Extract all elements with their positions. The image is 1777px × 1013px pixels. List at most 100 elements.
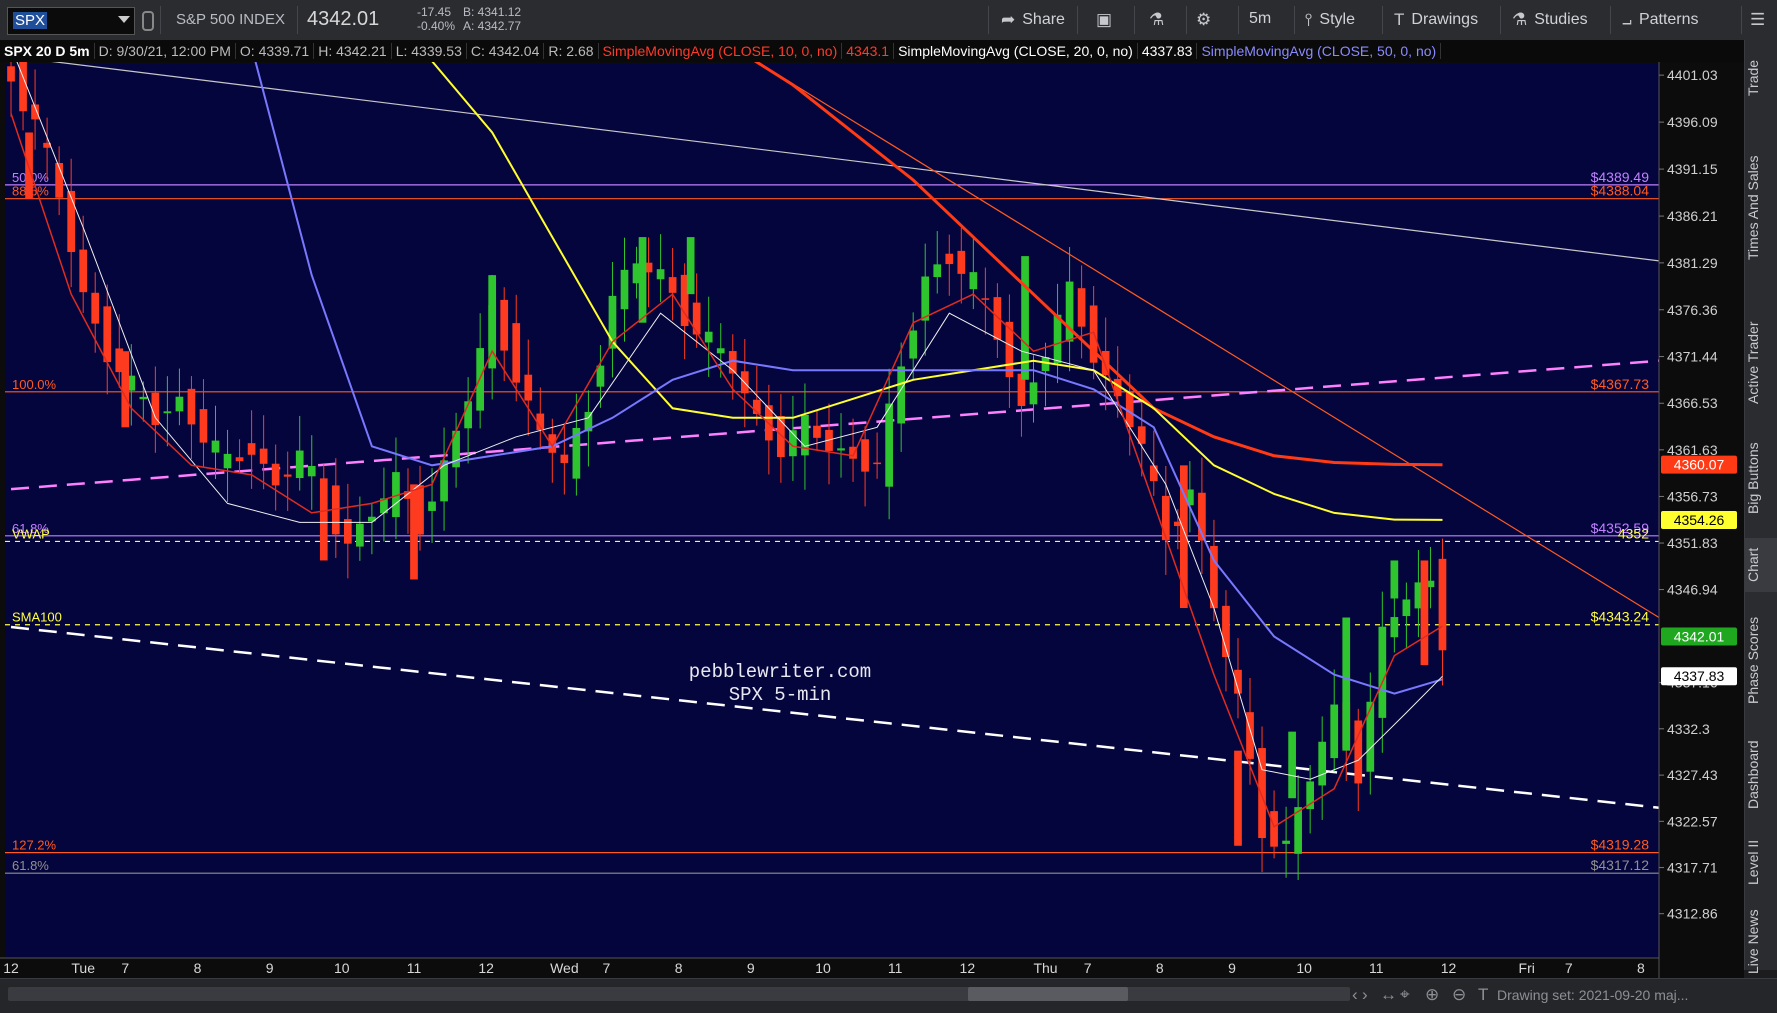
share-button[interactable]: ➦ Share xyxy=(1001,10,1065,30)
time-tick-label: Tue xyxy=(71,960,95,976)
toolbar-divider xyxy=(1186,6,1187,34)
link-icon[interactable] xyxy=(142,11,154,31)
level-price-label: $4388.04 xyxy=(1591,183,1650,199)
candle-body xyxy=(921,276,930,321)
interval-button[interactable]: 5m xyxy=(1249,10,1271,28)
scrollbar-thumb[interactable] xyxy=(968,987,1128,1001)
price-tick-label: 4366.53 xyxy=(1667,395,1718,411)
candle-body xyxy=(79,249,88,293)
candle-body xyxy=(1378,626,1387,718)
tab-chart[interactable]: Chart xyxy=(1745,538,1777,592)
style-icon: ⫯ xyxy=(1305,10,1313,29)
tab-level-ii[interactable]: Level II xyxy=(1745,832,1777,892)
tab-big-buttons[interactable]: Big Buttons xyxy=(1745,428,1777,528)
tab-dashboard[interactable]: Dashboard xyxy=(1745,730,1777,820)
settings-button[interactable]: ⚙ xyxy=(1196,10,1211,30)
candle-body xyxy=(223,453,232,469)
tab-phase-scores[interactable]: Phase Scores xyxy=(1745,605,1777,715)
sma10-label: SimpleMovingAvg (CLOSE, 10, 0, no) xyxy=(598,43,843,59)
candle-body xyxy=(668,277,677,293)
bar-range: R: 2.68 xyxy=(544,43,599,59)
candle-body xyxy=(686,237,695,295)
candle-body xyxy=(813,425,821,438)
tab-times-and-sales[interactable]: Times And Sales xyxy=(1745,120,1777,295)
price-tick-label: 4317.71 xyxy=(1667,860,1718,876)
candle-body xyxy=(175,396,184,412)
candle-body xyxy=(957,250,966,274)
candle-body xyxy=(656,269,665,280)
candle-body xyxy=(1318,741,1327,786)
toolbar-divider xyxy=(1382,6,1383,34)
time-tick-label: 8 xyxy=(1637,960,1645,976)
price-tick-label: 4401.03 xyxy=(1667,67,1718,83)
price-tick-label: 4332.3 xyxy=(1667,721,1710,737)
time-tick-label: 9 xyxy=(747,960,755,976)
time-tick-label: 10 xyxy=(334,960,350,976)
tab-live-news[interactable]: Live News xyxy=(1745,902,1777,982)
price-tag-label: 4360.07 xyxy=(1674,457,1725,473)
candle-body xyxy=(271,463,280,486)
candle-body xyxy=(1270,811,1278,847)
candle-body xyxy=(488,275,497,352)
chart-title: SPX 20 D 5m xyxy=(0,43,95,59)
candle-body xyxy=(1161,495,1170,541)
toolbar-divider xyxy=(160,6,161,34)
candle-body xyxy=(981,298,990,300)
price-tick-label: 4361.63 xyxy=(1667,442,1718,458)
price-tag-label: 4337.83 xyxy=(1674,668,1725,684)
toolbar-divider xyxy=(297,6,298,34)
candle-body xyxy=(837,448,845,451)
drawing-set-label[interactable]: Drawing set: 2021-09-20 maj... xyxy=(1497,987,1688,1003)
candle-body xyxy=(428,501,436,511)
text-tool-icon[interactable]: T xyxy=(1478,985,1488,1005)
candle-body xyxy=(319,478,328,505)
candle-body xyxy=(933,264,942,278)
chevron-down-icon[interactable] xyxy=(118,16,130,23)
patterns-button[interactable]: ⨼ Patterns xyxy=(1622,10,1699,30)
symbol-input[interactable]: SPX xyxy=(7,7,135,35)
price-tick-label: 4356.73 xyxy=(1667,488,1718,504)
snapshot-button[interactable]: ▣ xyxy=(1096,10,1112,30)
level-label: SMA100 xyxy=(12,610,62,625)
horizontal-scrollbar[interactable] xyxy=(8,987,1350,1001)
candle-body xyxy=(1234,750,1242,846)
bar-close: C: 4342.04 xyxy=(466,43,545,59)
chevron-right-icon[interactable]: › xyxy=(1362,985,1368,1005)
level-price-label: 4352 xyxy=(1618,525,1649,541)
candle-body xyxy=(500,299,509,351)
candle-body xyxy=(259,448,268,464)
price-tick-label: 4381.29 xyxy=(1667,255,1718,271)
level-price-label: $4317.12 xyxy=(1591,857,1650,873)
chevron-left-icon[interactable]: ‹ xyxy=(1352,985,1358,1005)
toolbar-divider xyxy=(1134,6,1135,34)
percent-change-value: -0.40% xyxy=(417,19,456,33)
price-chart[interactable]: 50.0%$4389.4988.6%$4388.04100.0%$4367.73… xyxy=(0,62,1744,978)
tab-active-trader[interactable]: Active Trader xyxy=(1745,308,1777,418)
time-tick-label: 12 xyxy=(3,960,19,976)
style-button[interactable]: ⫯ Style xyxy=(1305,10,1355,30)
candle-body xyxy=(1342,617,1351,751)
candle-body xyxy=(1029,382,1038,405)
time-tick-label: 8 xyxy=(675,960,683,976)
crosshair-icon[interactable]: ⌖ xyxy=(1400,985,1410,1005)
tab-trade[interactable]: Trade xyxy=(1745,48,1777,108)
drawings-button[interactable]: T Drawings xyxy=(1394,10,1478,30)
candle-body xyxy=(945,253,954,265)
menu-button[interactable]: ☰ xyxy=(1750,10,1765,30)
sma10-value: 4343.1 xyxy=(842,43,895,59)
lab-button[interactable]: ⚗ xyxy=(1149,10,1164,30)
candle-body xyxy=(211,440,220,453)
symbol-text: SPX xyxy=(13,12,48,29)
pan-icon[interactable]: ↔ xyxy=(1380,985,1397,1005)
price-tick-label: 4371.44 xyxy=(1667,349,1718,365)
studies-button[interactable]: ⚗ Studies xyxy=(1512,10,1588,30)
candle-body xyxy=(524,374,533,401)
price-tick-label: 4312.86 xyxy=(1667,906,1718,922)
candle-body xyxy=(1402,599,1411,617)
text-tool-icon: T xyxy=(1394,10,1405,29)
zoom-out-icon[interactable]: ⊖ xyxy=(1452,985,1466,1005)
top-toolbar: SPX S&P 500 INDEX 4342.01 -17.45 -0.40% … xyxy=(0,0,1777,41)
zoom-in-icon[interactable]: ⊕ xyxy=(1425,985,1439,1005)
candle-body xyxy=(1053,314,1062,364)
bottom-bar: ‹ › ↔ ⌖ ⊕ ⊖ T Drawing set: 2021-09-20 ma… xyxy=(0,978,1777,1013)
